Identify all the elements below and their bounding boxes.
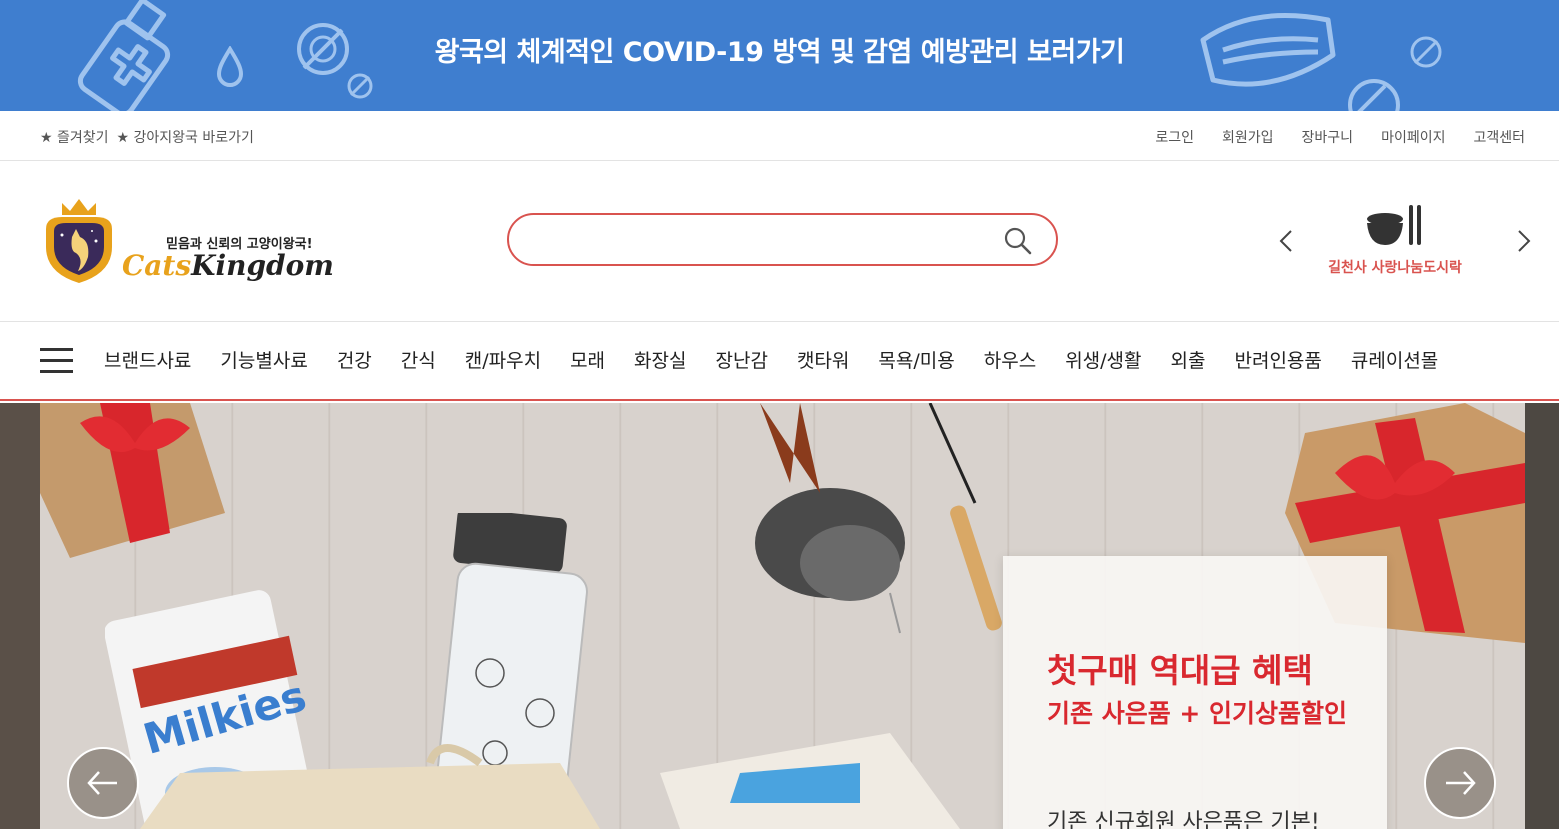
- arrow-left-icon: [87, 771, 117, 795]
- search-icon[interactable]: [1004, 227, 1032, 255]
- category-owner-goods[interactable]: 반려인용품: [1234, 346, 1321, 373]
- hero-slider: Milkies 첫구매 역대급 혜택 기존 사은품 + 인기상품할인 기존 신규…: [0, 403, 1559, 829]
- category-hygiene-living[interactable]: 위생/생활: [1065, 346, 1141, 373]
- chevron-left-icon[interactable]: [1279, 229, 1293, 259]
- category-bath-grooming[interactable]: 목욕/미용: [878, 346, 954, 373]
- category-brand-food[interactable]: 브랜드사료: [104, 346, 191, 373]
- feather-toy-image: [755, 403, 1002, 634]
- category-outing[interactable]: 외출: [1171, 346, 1206, 373]
- dog-kingdom-link[interactable]: ★ 강아지왕국 바로가기: [117, 127, 254, 147]
- logo-wordmark-kingdom: Kingdom: [191, 249, 334, 282]
- next-slide-peek: [1525, 403, 1559, 829]
- site-logo[interactable]: 믿음과 신뢰의 고양이왕국! CatsKingdom: [38, 195, 338, 290]
- login-link[interactable]: 로그인: [1155, 127, 1194, 147]
- hero-headline: 첫구매 역대급 혜택: [1047, 651, 1313, 690]
- search-input[interactable]: [531, 225, 991, 255]
- category-list: 브랜드사료 기능별사료 건강 간식 캔/파우치 모래 화장실 장난감 캣타워 목…: [104, 346, 1438, 373]
- box-image: [660, 733, 960, 829]
- covid-banner[interactable]: 왕국의 체계적인 COVID-19 방역 및 감염 예방관리 보러가기: [0, 0, 1559, 111]
- virus-icon: [1348, 79, 1400, 111]
- category-nav: 브랜드사료 기능별사료 건강 간식 캔/파우치 모래 화장실 장난감 캣타워 목…: [0, 322, 1559, 401]
- category-curation-mall[interactable]: 큐레이션몰: [1351, 346, 1438, 373]
- category-health[interactable]: 건강: [337, 346, 372, 373]
- slide-next-button[interactable]: [1424, 747, 1496, 819]
- signup-link[interactable]: 회원가입: [1222, 127, 1274, 147]
- mask-icon: [1200, 13, 1336, 87]
- prev-slide-peek: [0, 403, 40, 829]
- category-can-pouch[interactable]: 캔/파우치: [465, 346, 541, 373]
- mypage-link[interactable]: 마이페이지: [1381, 127, 1445, 147]
- category-house[interactable]: 하우스: [984, 346, 1036, 373]
- bookmark-link[interactable]: ★ 즐겨찾기: [40, 127, 109, 147]
- cart-link[interactable]: 장바구니: [1302, 127, 1354, 147]
- slide-prev-button[interactable]: [67, 747, 139, 819]
- virus-icon: [1410, 36, 1442, 68]
- hero-foot: 기존 신규회원 사은품은 기본!: [1047, 810, 1320, 829]
- cat-crest-icon: [46, 199, 112, 283]
- search-box: [507, 213, 1058, 266]
- category-litter[interactable]: 모래: [570, 346, 605, 373]
- category-toilet[interactable]: 화장실: [634, 346, 686, 373]
- lunchbox-icon[interactable]: [1363, 203, 1425, 247]
- customer-center-link[interactable]: 고객센터: [1473, 127, 1525, 147]
- category-functional-food[interactable]: 기능별사료: [220, 346, 307, 373]
- category-toys[interactable]: 장난감: [716, 346, 768, 373]
- hamburger-icon[interactable]: [40, 348, 73, 374]
- category-snacks[interactable]: 간식: [401, 346, 436, 373]
- arrow-right-icon: [1446, 771, 1476, 795]
- logo-wordmark-cats: Cats: [122, 249, 192, 282]
- utility-bar: ★ 즐겨찾기 ★ 강아지왕국 바로가기 로그인 회원가입 장바구니 마이페이지 …: [0, 111, 1559, 161]
- promo-label[interactable]: 길천사 사랑나눔도시락: [1315, 257, 1475, 277]
- gift-box-image: [40, 403, 225, 558]
- hero-subline: 기존 사은품 + 인기상품할인: [1047, 699, 1348, 728]
- promo-card: 첫구매 역대급 혜택 기존 사은품 + 인기상품할인 기존 신규회원 사은품은 …: [1003, 556, 1387, 829]
- virus-icon: [347, 73, 373, 99]
- site-header: 믿음과 신뢰의 고양이왕국! CatsKingdom 길천사 사랑나눔도시락: [0, 161, 1559, 322]
- logo-wordmark: CatsKingdom: [122, 249, 334, 282]
- utility-left-links: ★ 즐겨찾기 ★ 강아지왕국 바로가기: [40, 127, 254, 147]
- hero-slide[interactable]: Milkies 첫구매 역대급 혜택 기존 사은품 + 인기상품할인 기존 신규…: [40, 403, 1525, 829]
- promo-slider: 길천사 사랑나눔도시락: [1275, 197, 1535, 287]
- utility-right-links: 로그인 회원가입 장바구니 마이페이지 고객센터: [1155, 127, 1525, 147]
- tote-bag-image: [140, 744, 600, 829]
- chevron-right-icon[interactable]: [1517, 229, 1531, 259]
- category-cat-tower[interactable]: 캣타워: [797, 346, 849, 373]
